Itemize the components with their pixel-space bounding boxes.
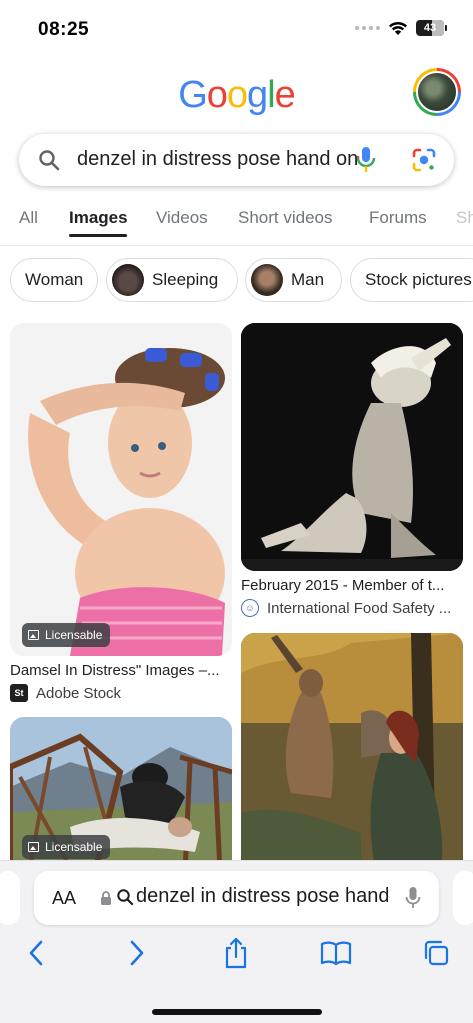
tab-all[interactable]: All: [19, 208, 38, 228]
licensable-badge: Licensable: [22, 835, 111, 859]
chip-label: Man: [291, 270, 325, 289]
source-label: International Food Safety ...: [267, 599, 452, 617]
chip-label: Woman: [25, 270, 84, 289]
mic-icon[interactable]: [355, 146, 377, 174]
search-tabs: All Images Videos Short videos Forums Sh: [0, 196, 473, 246]
search-icon: [39, 150, 60, 171]
website-icon: ☺: [241, 599, 259, 617]
tab-videos[interactable]: Videos: [156, 208, 208, 228]
image-result[interactable]: Licensable: [10, 717, 232, 872]
chip-woman[interactable]: Woman: [10, 258, 98, 302]
filter-chips: Woman Sleeping Man Stock pictures: [0, 258, 473, 302]
source-label: Adobe Stock: [36, 684, 122, 702]
tab-short-videos[interactable]: Short videos: [238, 208, 333, 228]
bookmarks-icon: [320, 941, 352, 966]
image-result[interactable]: Licensable: [10, 323, 232, 656]
result-source[interactable]: St Adobe Stock: [10, 684, 235, 702]
result-thumbnail: [241, 633, 463, 873]
result-thumbnail: [28, 348, 225, 656]
chip-sleeping[interactable]: Sleeping: [106, 258, 238, 302]
status-bar: 08:25 43: [0, 0, 473, 56]
search-icon: [117, 889, 134, 906]
reader-options-button[interactable]: AA: [52, 888, 76, 909]
image-result[interactable]: [241, 323, 463, 571]
image-result[interactable]: [241, 633, 463, 873]
lock-icon: [101, 891, 111, 905]
tabs-button[interactable]: [419, 936, 453, 970]
tabs-icon: [424, 940, 449, 966]
previous-tab-peek[interactable]: [0, 871, 20, 925]
search-input[interactable]: denzel in distress pose hand on forehead: [77, 148, 357, 171]
forward-button[interactable]: [120, 936, 154, 970]
tab-shopping[interactable]: Sh: [456, 208, 473, 228]
chip-thumbnail: [251, 264, 283, 296]
chip-man[interactable]: Man: [245, 258, 342, 302]
tab-forums[interactable]: Forums: [369, 208, 427, 228]
adobe-stock-icon: St: [10, 684, 28, 702]
licensable-badge: Licensable: [22, 623, 111, 647]
home-indicator[interactable]: [152, 1009, 322, 1015]
share-icon: [225, 937, 247, 969]
address-bar[interactable]: AA denzel in distress pose hand on foreh…: [34, 871, 439, 925]
bookmarks-button[interactable]: [319, 936, 353, 970]
back-button[interactable]: [19, 936, 53, 970]
tab-images[interactable]: Images: [69, 208, 128, 228]
battery-icon: 43: [416, 20, 444, 36]
forward-icon: [130, 940, 144, 966]
aa-label: AA: [52, 888, 77, 908]
battery-level: 43: [423, 22, 437, 34]
next-tab-peek[interactable]: [453, 871, 473, 925]
image-icon: [28, 630, 39, 640]
address-text[interactable]: denzel in distress pose hand on forehead: [136, 885, 388, 908]
account-avatar[interactable]: [413, 68, 461, 116]
lens-icon[interactable]: [411, 147, 437, 173]
back-icon: [29, 940, 43, 966]
image-icon: [28, 842, 39, 852]
signal-icon: [355, 26, 380, 30]
mic-icon[interactable]: [405, 886, 421, 910]
result-source[interactable]: ☺ International Food Safety ...: [241, 599, 466, 617]
wifi-icon: [389, 21, 407, 35]
google-logo[interactable]: Google: [0, 74, 473, 117]
chip-stock-pictures[interactable]: Stock pictures: [350, 258, 473, 302]
result-thumbnail: [241, 323, 463, 571]
active-tab-indicator: [69, 234, 127, 237]
chip-label: Sleeping: [152, 270, 219, 289]
search-box[interactable]: denzel in distress pose hand on forehead: [19, 134, 454, 186]
status-icons: 43: [355, 20, 447, 36]
result-title[interactable]: Damsel In Distress" Images –...: [10, 662, 232, 679]
chip-thumbnail: [112, 264, 144, 296]
chip-label: Stock pictures: [365, 270, 472, 289]
badge-label: Licensable: [45, 628, 103, 642]
status-time: 08:25: [38, 19, 90, 40]
share-button[interactable]: [219, 936, 253, 970]
badge-label: Licensable: [45, 840, 103, 854]
result-title[interactable]: February 2015 - Member of t...: [241, 577, 463, 594]
